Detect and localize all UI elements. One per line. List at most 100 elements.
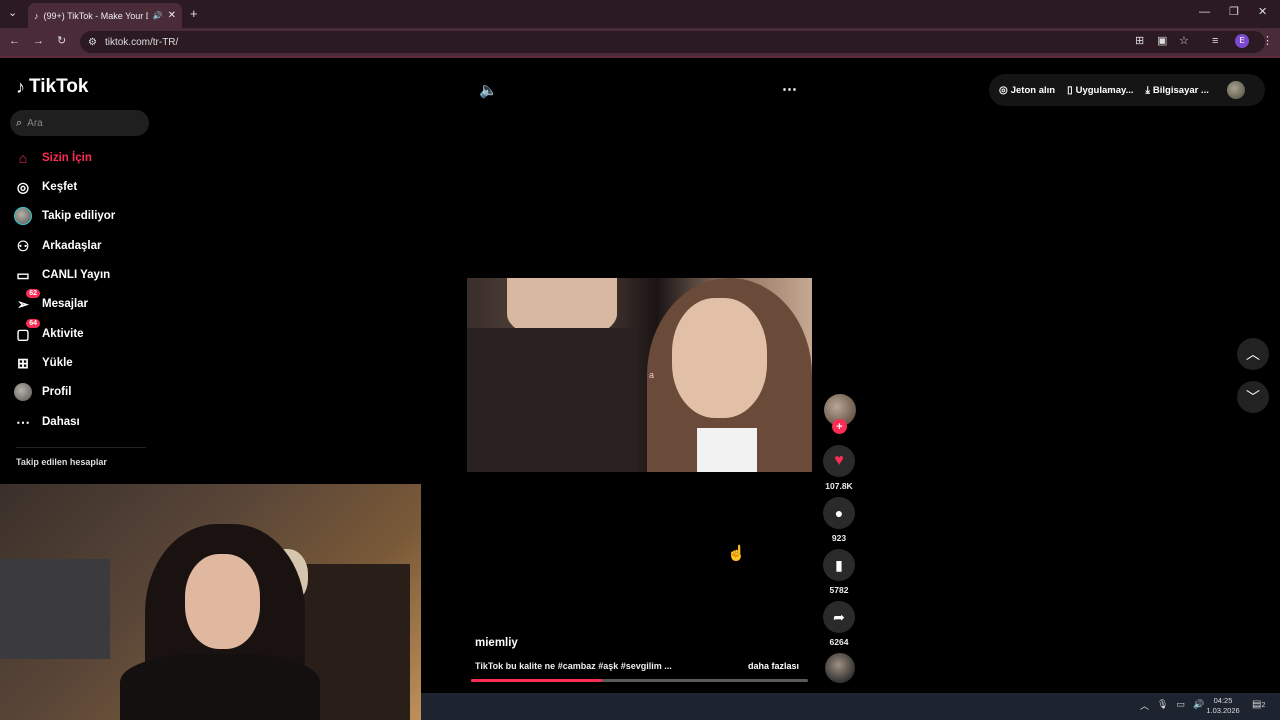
- activity-icon: ▢ 64: [14, 319, 40, 343]
- more-options-icon[interactable]: ⋯: [782, 80, 798, 98]
- restore-icon[interactable]: ❐: [1229, 7, 1239, 18]
- mouse-cursor-icon: ☝: [727, 545, 746, 562]
- profile-avatar-icon: [14, 383, 32, 401]
- live-icon: ▭: [16, 266, 30, 283]
- send-icon: ➢ 62: [14, 289, 40, 313]
- site-info-icon[interactable]: ⚙: [88, 37, 97, 48]
- forward-icon[interactable]: →: [33, 36, 44, 47]
- activity-badge: 64: [26, 319, 40, 328]
- coin-icon: ◎: [999, 84, 1008, 96]
- video-face: [672, 298, 767, 418]
- share-button[interactable]: ➦: [823, 601, 855, 633]
- save-button[interactable]: ▮: [823, 549, 855, 581]
- previous-video-button[interactable]: ︿: [1237, 338, 1269, 370]
- see-more-link[interactable]: daha fazlası: [748, 661, 799, 671]
- close-window-icon[interactable]: ✕: [1258, 7, 1267, 18]
- webcam-chair: [0, 559, 110, 659]
- sidebar-item-label: Keşfet: [42, 181, 78, 193]
- comment-count: 923: [831, 533, 847, 543]
- profile-avatar[interactable]: E: [1235, 34, 1249, 48]
- music-disc[interactable]: [825, 653, 855, 683]
- desktop-app-label: Bilgisayar ...: [1152, 84, 1209, 96]
- sidebar-item-label: Sizin İçin: [42, 152, 92, 164]
- like-button[interactable]: ♥: [823, 445, 855, 477]
- sidebar-item-label: Mesajlar: [42, 298, 89, 310]
- taskbar-clock[interactable]: 04:25 1.03.2026: [1203, 696, 1243, 716]
- tiktok-note-icon: ♪: [16, 76, 25, 97]
- minimize-icon[interactable]: —: [1199, 7, 1210, 18]
- user-avatar[interactable]: [1226, 81, 1245, 99]
- like-count: 107.8K: [825, 481, 853, 491]
- chrome-divider: [0, 56, 1280, 58]
- get-coins-label: Jeton alın: [1010, 84, 1056, 96]
- progress-fill: [471, 679, 603, 682]
- network-icon[interactable]: ▭: [1176, 699, 1185, 712]
- desktop-app-button[interactable]: ⤓ Bilgisayar ...: [1146, 85, 1209, 96]
- sidebar-item-messages[interactable]: ➢ 62 Mesajlar: [14, 289, 89, 316]
- notification-count: 2: [1261, 702, 1266, 709]
- new-tab-icon[interactable]: +: [190, 7, 198, 20]
- sidebar-item-following[interactable]: Takip ediliyor: [14, 204, 115, 228]
- notification-center-icon[interactable]: ▤2: [1252, 699, 1265, 710]
- save-count: 5782: [829, 585, 849, 595]
- sidebar-item-explore[interactable]: ◎ Keşfet: [14, 175, 77, 199]
- url-text: tiktok.com/tr-TR/: [104, 36, 179, 48]
- sidebar-item-live[interactable]: ▭ CANLI Yayın: [14, 263, 110, 287]
- system-tray: ︿ 🎙 ▭ 🔊: [1140, 699, 1204, 712]
- avatar: [14, 207, 32, 225]
- search-input[interactable]: ⌕ Ara: [10, 110, 149, 136]
- bookmark-icon: ▮: [835, 556, 843, 573]
- comment-icon: ●: [834, 505, 844, 521]
- heart-icon: ♥: [834, 452, 844, 469]
- browser-tab[interactable]: ♪ (99+) TikTok - Make Your Da 🔊 ✕: [28, 3, 182, 28]
- address-bar-row: ← → ↻ ⚙ tiktok.com/tr-TR/ ⊞ ▣ ☆ ≡ E ⋮: [0, 28, 1280, 56]
- sidebar-item-for-you[interactable]: ⌂ Sizin İçin: [14, 146, 92, 170]
- webcam-overlay: [0, 484, 421, 720]
- get-app-label: Uygulamay...: [1075, 84, 1134, 96]
- share-count: 6264: [829, 637, 849, 647]
- get-coins-button[interactable]: ◎ Jeton alın: [999, 85, 1055, 96]
- clock-time: 04:25: [1213, 696, 1233, 705]
- tab-list-icon[interactable]: ⌄: [8, 8, 17, 19]
- tiktok-logo[interactable]: ♪ TikTok: [16, 76, 88, 98]
- volume-icon[interactable]: 🔈: [479, 81, 498, 99]
- sidebar-item-more[interactable]: ⋯ Dahası: [14, 410, 80, 434]
- install-icon[interactable]: ▣: [1157, 36, 1167, 47]
- sidebar-item-profile[interactable]: Profil: [14, 380, 71, 404]
- sidebar-item-label: Dahası: [42, 416, 80, 428]
- sidebar-divider: [16, 447, 146, 448]
- close-tab-icon[interactable]: ✕: [168, 10, 176, 21]
- browser-menu-icon[interactable]: ⋮: [1262, 36, 1273, 47]
- back-icon[interactable]: ←: [9, 36, 20, 47]
- reload-icon[interactable]: ↻: [57, 36, 66, 47]
- bookmark-star-icon[interactable]: ☆: [1179, 36, 1189, 47]
- tiktok-favicon-icon: ♪: [34, 10, 39, 21]
- browser-tab-bar: ⌄ ♪ (99+) TikTok - Make Your Da 🔊 ✕ + — …: [0, 0, 1280, 28]
- following-avatar: [14, 207, 32, 225]
- get-app-button[interactable]: ▯ Uygulamay...: [1067, 85, 1133, 96]
- video-player[interactable]: a: [467, 278, 812, 472]
- url-field[interactable]: ⚙ tiktok.com/tr-TR/: [80, 31, 1265, 53]
- webcam-person-face: [185, 554, 260, 649]
- media-controls-icon[interactable]: ≡: [1212, 36, 1218, 47]
- follow-plus-icon[interactable]: +: [832, 419, 847, 434]
- translate-icon[interactable]: ⊞: [1135, 36, 1144, 47]
- microphone-icon[interactable]: 🎙: [1157, 699, 1168, 712]
- sidebar-item-label: Arkadaşlar: [42, 240, 102, 252]
- video-jacket: [467, 328, 637, 472]
- video-shirt: [697, 428, 757, 472]
- webcam-person-body: [120, 654, 320, 720]
- speaker-icon[interactable]: 🔊: [153, 11, 163, 20]
- followed-accounts-heading: Takip edilen hesaplar: [16, 457, 107, 467]
- next-video-button[interactable]: ﹀: [1237, 381, 1269, 413]
- comment-button[interactable]: ●: [823, 497, 855, 529]
- avatar: [14, 383, 32, 401]
- compass-icon: ◎: [16, 178, 30, 195]
- home-icon: ⌂: [18, 150, 28, 166]
- sidebar-item-friends[interactable]: ⚇ Arkadaşlar: [14, 234, 102, 258]
- sidebar-item-upload[interactable]: ⊞ Yükle: [14, 351, 73, 375]
- sidebar-item-activity[interactable]: ▢ 64 Aktivite: [14, 319, 84, 346]
- creator-name[interactable]: miemliy: [475, 637, 518, 649]
- sidebar-item-label: Aktivite: [42, 328, 84, 340]
- tray-overflow-icon[interactable]: ︿: [1140, 699, 1149, 712]
